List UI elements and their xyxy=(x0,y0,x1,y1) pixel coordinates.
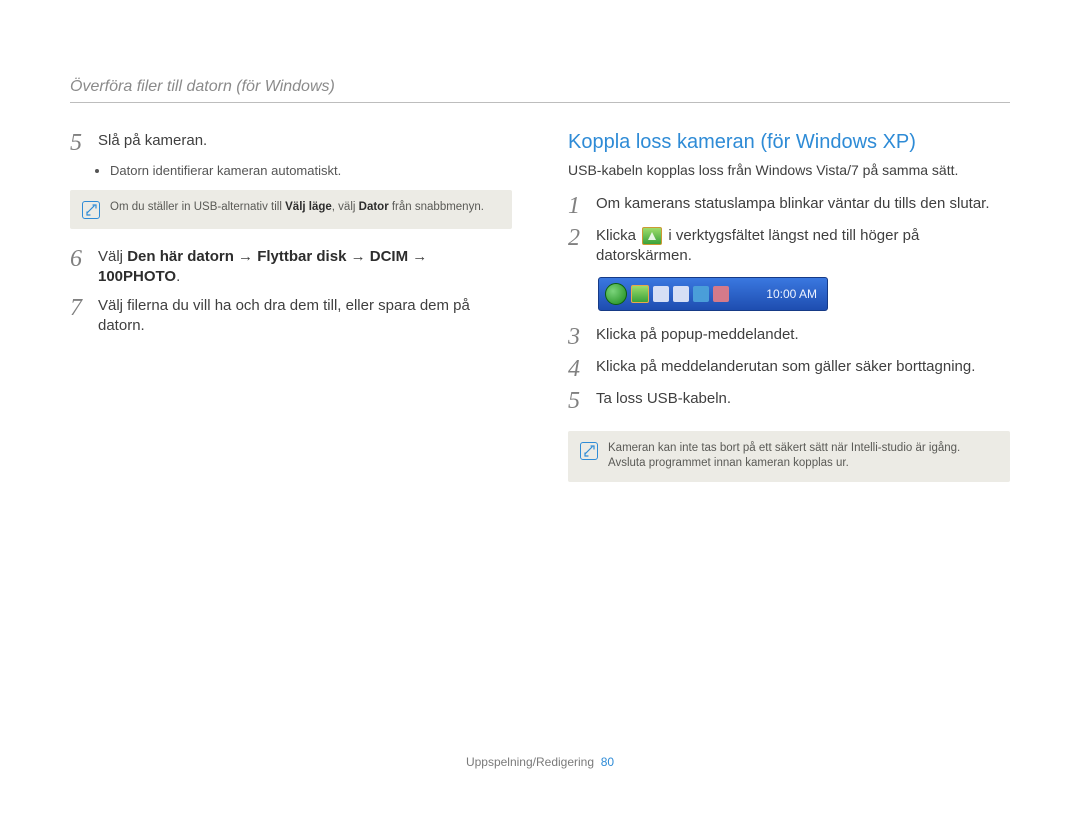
page-header-title: Överföra filer till datorn (för Windows) xyxy=(70,78,1010,96)
step-text: Välj filerna du vill ha och dra dem till… xyxy=(98,296,512,337)
step-number: 1 xyxy=(568,194,586,218)
step-number: 5 xyxy=(568,389,586,413)
note-text: Om du ställer in USB-alternativ till Väl… xyxy=(110,200,484,216)
note-box-2: Kameran kan inte tas bort på ett säkert … xyxy=(568,431,1010,482)
content-columns: 5 Slå på kameran. Datorn identifierar ka… xyxy=(70,131,1010,500)
start-button-icon xyxy=(605,283,627,305)
page-footer: Uppspelning/Redigering 80 xyxy=(0,755,1080,769)
right-step-1: 1 Om kamerans statuslampa blinkar väntar… xyxy=(568,194,1010,218)
tray-volume-icon xyxy=(693,286,709,302)
step-5: 5 Slå på kameran. xyxy=(70,131,512,155)
right-step-2: 2 Klicka i verktygsfältet längst ned til… xyxy=(568,226,1010,267)
section-subtitle: USB-kabeln kopplas loss från Windows Vis… xyxy=(568,162,1010,178)
tray-icon xyxy=(653,286,669,302)
left-column: 5 Slå på kameran. Datorn identifierar ka… xyxy=(70,131,512,500)
step-text: Välj Den här datorn → Flyttbar disk → DC… xyxy=(98,247,512,288)
windows-taskbar-screenshot: 10:00 AM xyxy=(598,277,828,311)
step-text: Klicka på meddelanderutan som gäller säk… xyxy=(596,357,975,381)
tray-safely-remove-icon xyxy=(631,285,649,303)
step-text: Klicka i verktygsfältet längst ned till … xyxy=(596,226,1010,267)
step-number: 4 xyxy=(568,357,586,381)
right-step-4: 4 Klicka på meddelanderutan som gäller s… xyxy=(568,357,1010,381)
step-text: Klicka på popup-meddelandet. xyxy=(596,325,799,349)
tray-icon xyxy=(673,286,689,302)
step-number: 7 xyxy=(70,296,88,337)
footer-page-number: 80 xyxy=(601,755,614,769)
step-number: 2 xyxy=(568,226,586,267)
step-number: 3 xyxy=(568,325,586,349)
step-text: Om kamerans statuslampa blinkar väntar d… xyxy=(596,194,990,218)
step-number: 5 xyxy=(70,131,88,155)
step-text: Slå på kameran. xyxy=(98,131,207,155)
step-6: 6 Välj Den här datorn → Flyttbar disk → … xyxy=(70,247,512,288)
step-5-bullets: Datorn identifierar kameran automatiskt. xyxy=(102,163,512,178)
right-step-3: 3 Klicka på popup-meddelandet. xyxy=(568,325,1010,349)
note-text: Kameran kan inte tas bort på ett säkert … xyxy=(608,441,998,472)
manual-page: Överföra filer till datorn (för Windows)… xyxy=(0,0,1080,815)
tray-icon xyxy=(713,286,729,302)
right-step-5: 5 Ta loss USB-kabeln. xyxy=(568,389,1010,413)
header-rule xyxy=(70,102,1010,103)
footer-section: Uppspelning/Redigering xyxy=(466,755,594,769)
note-box-1: Om du ställer in USB-alternativ till Väl… xyxy=(70,190,512,229)
step-text: Ta loss USB-kabeln. xyxy=(596,389,731,413)
note-icon xyxy=(82,201,100,219)
right-column: Koppla loss kameran (för Windows XP) USB… xyxy=(568,131,1010,500)
step-7: 7 Välj filerna du vill ha och dra dem ti… xyxy=(70,296,512,337)
note-icon xyxy=(580,442,598,460)
taskbar-clock: 10:00 AM xyxy=(766,287,821,301)
step-number: 6 xyxy=(70,247,88,288)
bullet-item: Datorn identifierar kameran automatiskt. xyxy=(110,163,512,178)
safely-remove-icon xyxy=(642,227,662,245)
section-title: Koppla loss kameran (för Windows XP) xyxy=(568,131,1010,154)
